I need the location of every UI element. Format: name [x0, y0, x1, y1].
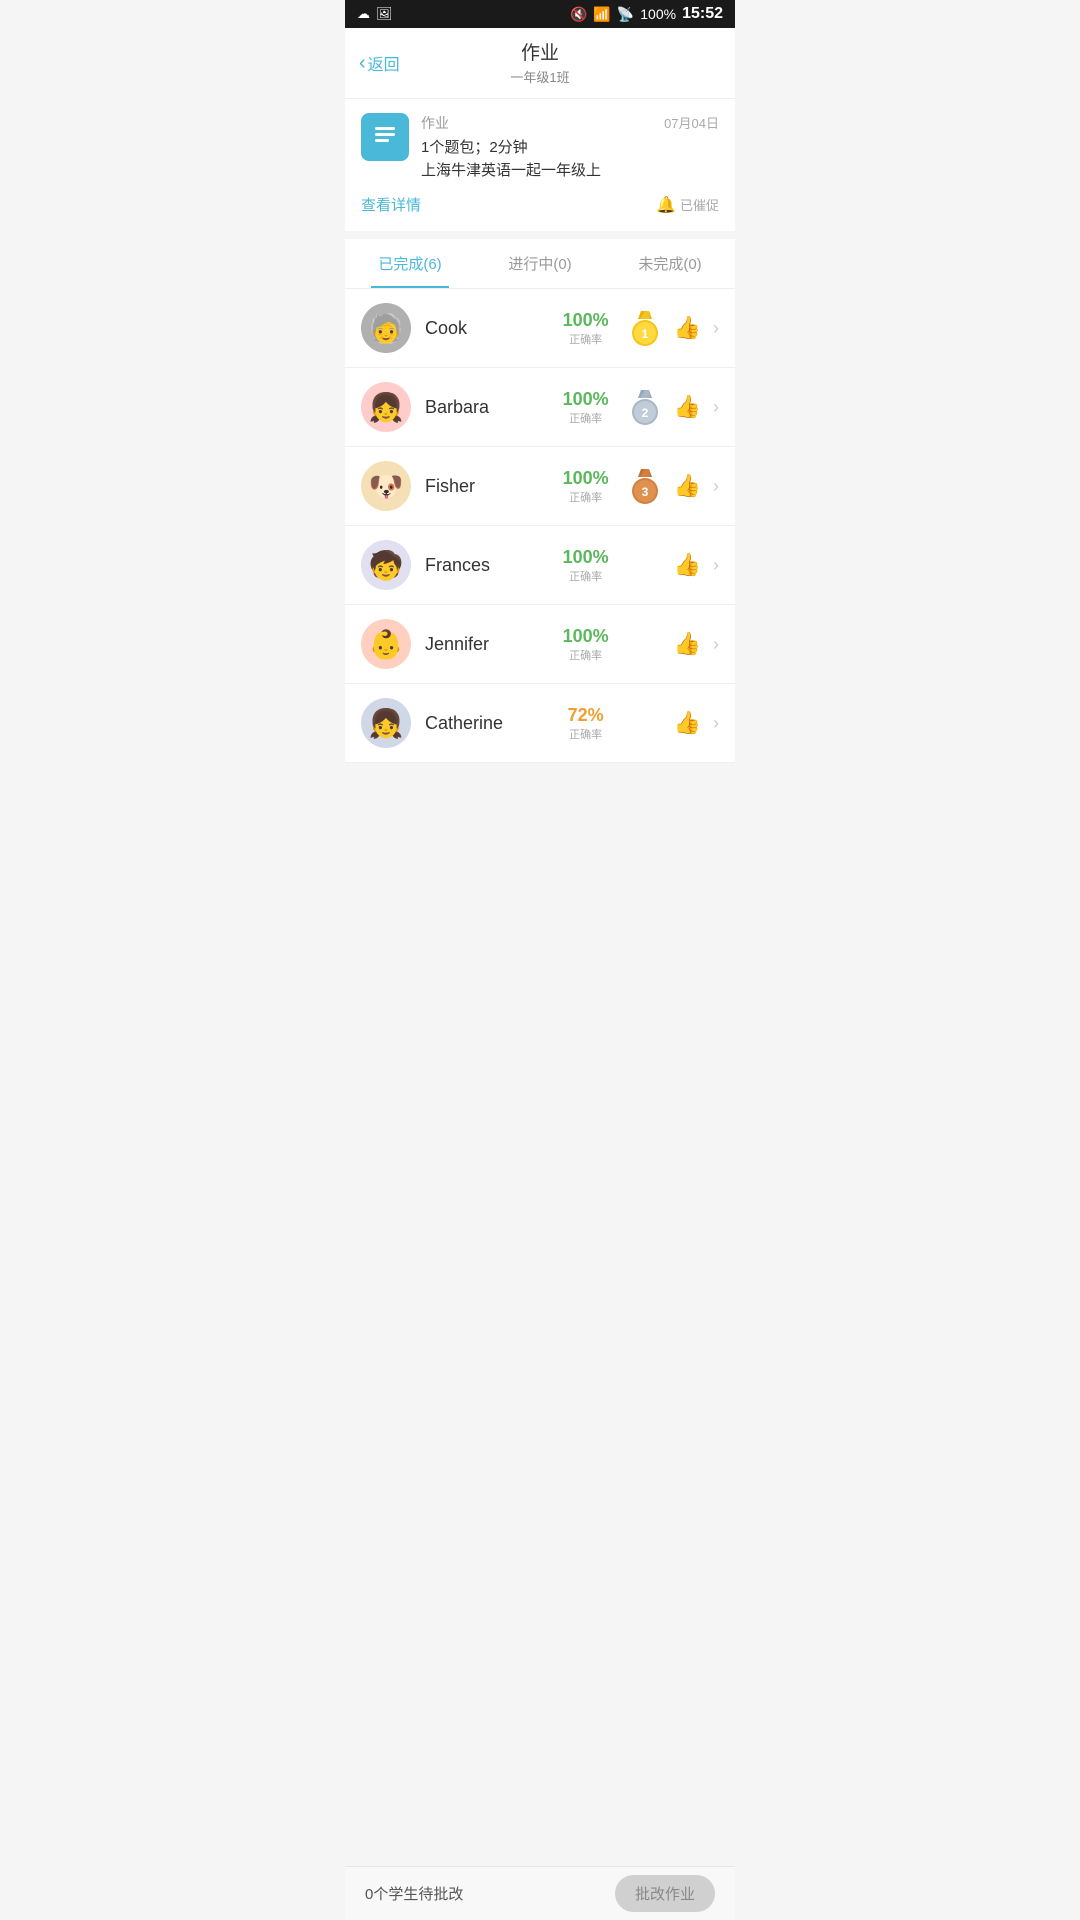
avatar: 👧	[361, 698, 411, 748]
score-percent: 100%	[556, 389, 616, 410]
student-item[interactable]: 🧓 Cook 100% 正确率 1 👍 ›	[345, 289, 735, 368]
status-left: ☁ 🖼	[357, 6, 393, 22]
score-percent: 100%	[556, 468, 616, 489]
avatar: 🧒	[361, 540, 411, 590]
no-medal	[626, 625, 664, 663]
assignment-line1: 1个题包；2分钟	[421, 137, 601, 160]
assignment-info: 作业 1个题包；2分钟 上海牛津英语一起一年级上	[421, 113, 601, 182]
footer-spacer	[345, 763, 735, 823]
svg-text:2: 2	[641, 406, 648, 420]
score-label: 正确率	[556, 568, 616, 584]
avatar: 🐶	[361, 461, 411, 511]
assignment-desc: 1个题包；2分钟 上海牛津英语一起一年级上	[421, 137, 601, 182]
chevron-right-icon: ›	[713, 713, 719, 734]
chevron-right-icon: ›	[713, 318, 719, 339]
no-medal	[626, 704, 664, 742]
score-label: 正确率	[556, 331, 616, 347]
avatar: 🧓	[361, 303, 411, 353]
like-button[interactable]: 👍	[674, 473, 701, 499]
avatar: 👶	[361, 619, 411, 669]
tabs: 已完成(6) 进行中(0) 未完成(0)	[345, 239, 735, 289]
assignment-bottom: 查看详情 🔔 已催促	[361, 194, 719, 215]
remind-label: 已催促	[680, 195, 719, 214]
footer-label: 0个学生待批改	[365, 1883, 463, 1904]
student-name: Cook	[425, 318, 556, 339]
assignment-card: 作业 1个题包；2分钟 上海牛津英语一起一年级上 07月04日 查看详情 🔔 已…	[345, 99, 735, 231]
score-area: 100% 正确率	[556, 468, 616, 505]
student-item[interactable]: 🐶 Fisher 100% 正确率 3 👍 ›	[345, 447, 735, 526]
student-name: Fisher	[425, 476, 556, 497]
student-list: 🧓 Cook 100% 正确率 1 👍 › 👧 Barbara 100% 正确率	[345, 289, 735, 763]
time-label: 15:52	[682, 5, 723, 23]
bell-icon: 🔔	[656, 195, 676, 215]
chevron-right-icon: ›	[713, 634, 719, 655]
like-button[interactable]: 👍	[674, 315, 701, 341]
battery-label: 100%	[640, 6, 676, 22]
back-label: 返回	[368, 51, 400, 75]
view-detail-button[interactable]: 查看详情	[361, 194, 421, 215]
header: ‹ 返回 作业 一年级1班	[345, 28, 735, 99]
score-label: 正确率	[556, 489, 616, 505]
like-button[interactable]: 👍	[674, 631, 701, 657]
student-name: Barbara	[425, 397, 556, 418]
student-item[interactable]: 👶 Jennifer 100% 正确率 👍 ›	[345, 605, 735, 684]
score-percent: 100%	[556, 310, 616, 331]
page-subtitle: 一年级1班	[345, 67, 735, 86]
chevron-right-icon: ›	[713, 555, 719, 576]
svg-text:3: 3	[641, 485, 648, 499]
gold-medal: 1	[626, 309, 664, 347]
assignment-line2: 上海牛津英语一起一年级上	[421, 160, 601, 183]
student-name: Frances	[425, 555, 556, 576]
student-item[interactable]: 🧒 Frances 100% 正确率 👍 ›	[345, 526, 735, 605]
chevron-right-icon: ›	[713, 476, 719, 497]
footer: 0个学生待批改 批改作业	[345, 1866, 735, 1920]
back-arrow-icon: ‹	[359, 52, 366, 75]
remind-area[interactable]: 🔔 已催促	[656, 195, 719, 215]
score-label: 正确率	[556, 410, 616, 426]
assignment-label: 作业	[421, 113, 601, 133]
assignment-icon	[361, 113, 409, 161]
student-item[interactable]: 👧 Barbara 100% 正确率 2 👍 ›	[345, 368, 735, 447]
silver-medal: 2	[626, 388, 664, 426]
status-bar: ☁ 🖼 🔇 📶 📡 100% 15:52	[345, 0, 735, 28]
image-icon: 🖼	[376, 6, 393, 22]
assignment-date: 07月04日	[664, 113, 719, 132]
tab-inprogress[interactable]: 进行中(0)	[475, 239, 605, 288]
score-area: 72% 正确率	[556, 705, 616, 742]
score-percent: 100%	[556, 547, 616, 568]
svg-text:1: 1	[641, 327, 648, 341]
score-area: 100% 正确率	[556, 389, 616, 426]
student-item[interactable]: 👧 Catherine 72% 正确率 👍 ›	[345, 684, 735, 763]
score-percent: 72%	[556, 705, 616, 726]
score-area: 100% 正确率	[556, 626, 616, 663]
mute-icon: 🔇	[570, 6, 587, 23]
assignment-left: 作业 1个题包；2分钟 上海牛津英语一起一年级上	[361, 113, 601, 182]
tab-incomplete[interactable]: 未完成(0)	[605, 239, 735, 288]
assignment-top: 作业 1个题包；2分钟 上海牛津英语一起一年级上 07月04日	[361, 113, 719, 182]
avatar: 👧	[361, 382, 411, 432]
score-label: 正确率	[556, 726, 616, 742]
page-title: 作业	[345, 38, 735, 65]
back-button[interactable]: ‹ 返回	[359, 51, 400, 75]
wifi-icon: 📶	[593, 6, 610, 23]
like-button[interactable]: 👍	[674, 552, 701, 578]
no-medal	[626, 546, 664, 584]
tab-completed[interactable]: 已完成(6)	[345, 239, 475, 288]
bronze-medal: 3	[626, 467, 664, 505]
score-label: 正确率	[556, 647, 616, 663]
like-button[interactable]: 👍	[674, 710, 701, 736]
score-area: 100% 正确率	[556, 310, 616, 347]
score-percent: 100%	[556, 626, 616, 647]
score-area: 100% 正确率	[556, 547, 616, 584]
signal-icon: 📡	[617, 6, 634, 23]
student-name: Catherine	[425, 713, 556, 734]
student-name: Jennifer	[425, 634, 556, 655]
like-button[interactable]: 👍	[674, 394, 701, 420]
chevron-right-icon: ›	[713, 397, 719, 418]
cloud-icon: ☁	[357, 6, 370, 22]
grade-button[interactable]: 批改作业	[615, 1875, 715, 1912]
status-right: 🔇 📶 📡 100% 15:52	[570, 5, 723, 23]
